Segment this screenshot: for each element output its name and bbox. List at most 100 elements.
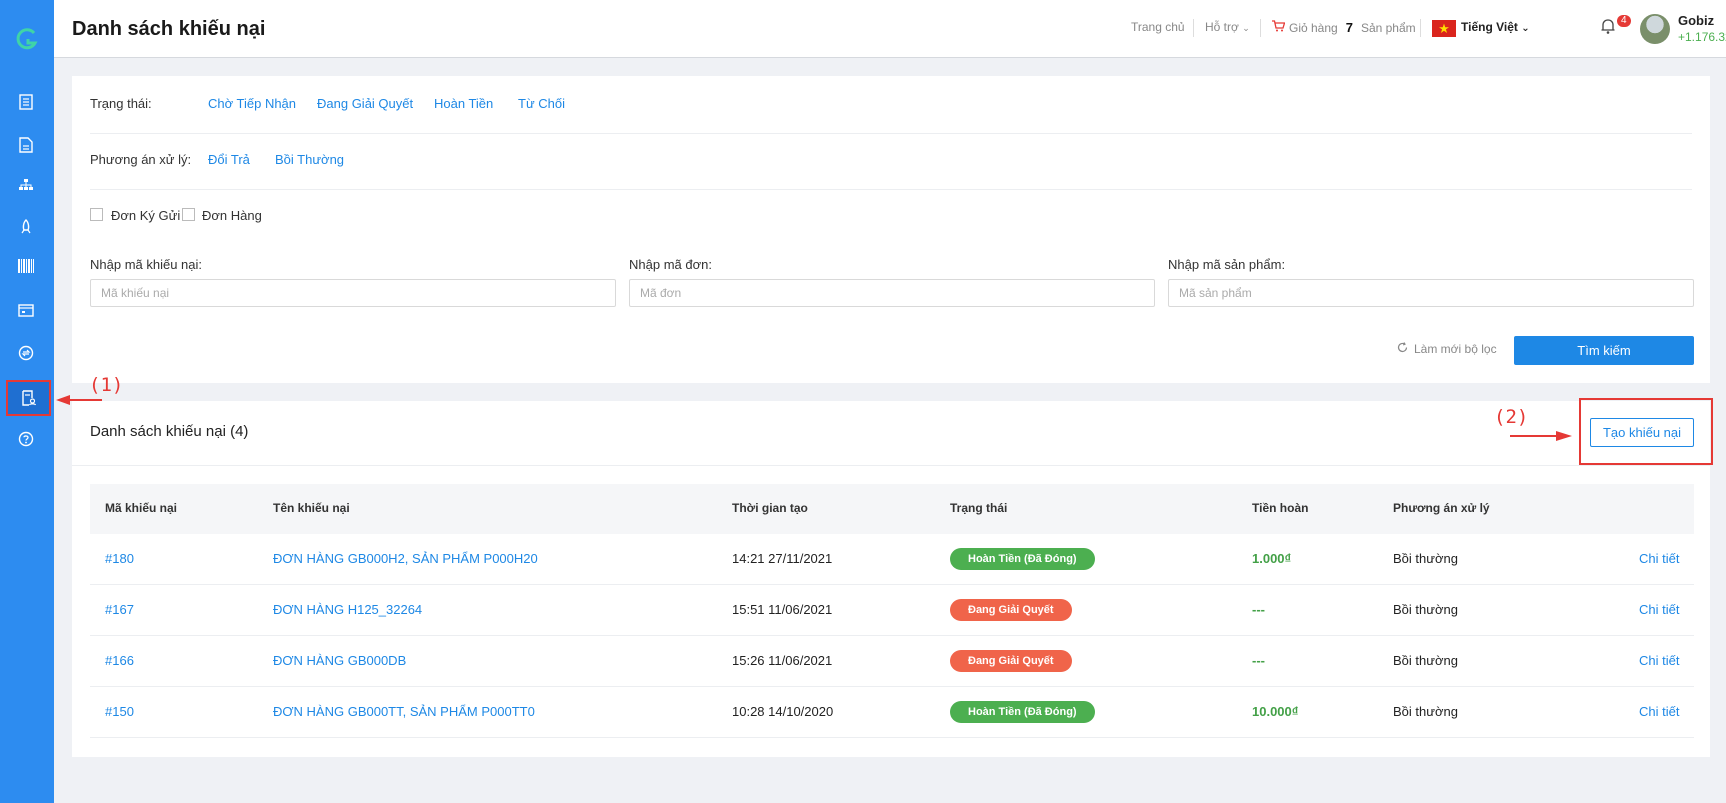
refund-amount: --- <box>1252 602 1265 617</box>
cart-icon <box>1272 20 1286 35</box>
search-button[interactable]: Tìm kiếm <box>1514 336 1694 365</box>
table-header: Mã khiếu nại Tên khiếu nại Thời gian tạo… <box>90 484 1694 534</box>
column-header: Phương án xử lý <box>1393 501 1490 515</box>
support-label: Hỗ trợ <box>1205 20 1239 34</box>
sidebar <box>0 0 54 803</box>
column-header: Trạng thái <box>950 501 1008 515</box>
cart-unit: Sản phẩm <box>1360 20 1416 35</box>
column-header: Thời gian tạo <box>732 501 808 515</box>
status-option-processing[interactable]: Đang Giải Quyết <box>317 96 413 111</box>
home-link[interactable]: Trang chủ <box>1131 20 1185 34</box>
solution-option-return[interactable]: Đổi Trả <box>208 152 250 167</box>
complaint-list-panel: Danh sách khiếu nại (4) Tạo khiếu nại Mã… <box>72 401 1710 757</box>
page-title: Danh sách khiếu nại <box>72 18 266 40</box>
complaint-name[interactable]: ĐƠN HÀNG GB000DB <box>273 653 406 668</box>
list-icon[interactable] <box>15 91 37 113</box>
complaint-code-input[interactable] <box>90 279 616 307</box>
complaint-code[interactable]: #167 <box>105 602 134 617</box>
created-time: 14:21 27/11/2021 <box>732 551 833 566</box>
refresh-icon <box>1397 342 1408 356</box>
bell-icon[interactable] <box>1601 18 1615 37</box>
language-label: Tiếng Việt <box>1461 20 1518 34</box>
table-row: #166 ĐƠN HÀNG GB000DB 15:26 11/06/2021 Đ… <box>90 636 1694 687</box>
detail-link[interactable]: Chi tiết <box>1639 653 1679 668</box>
detail-link[interactable]: Chi tiết <box>1639 551 1679 566</box>
reset-filter-button[interactable]: Làm mới bộ lọc <box>1397 342 1497 356</box>
status-option-refund[interactable]: Hoàn Tiền <box>434 96 493 111</box>
solution: Bồi thường <box>1393 653 1458 668</box>
nav-divider <box>1193 19 1194 37</box>
status-badge: Đang Giải Quyết <box>950 650 1072 672</box>
annotation-label-2: (2) <box>1494 406 1529 428</box>
calendar-icon[interactable] <box>15 299 37 321</box>
order-code-label: Nhập mã đơn: <box>629 257 712 272</box>
consign-order-checkbox[interactable] <box>90 208 103 221</box>
avatar[interactable] <box>1640 14 1670 44</box>
complaint-code-label: Nhập mã khiếu nại: <box>90 257 203 272</box>
top-header: Danh sách khiếu nại Trang chủ Hỗ trợ ⌄ G… <box>54 0 1726 58</box>
status-option-rejected[interactable]: Từ Chối <box>518 96 565 111</box>
cart-link[interactable]: Giỏ hàng 7 Sản phẩm <box>1272 20 1416 35</box>
gobiz-logo[interactable] <box>14 26 40 52</box>
order-checkbox[interactable] <box>182 208 195 221</box>
vietnam-flag-icon[interactable] <box>1432 20 1456 37</box>
status-filter-label: Trạng thái: <box>90 96 152 111</box>
status-badge: Đang Giải Quyết <box>950 599 1072 621</box>
rocket-icon[interactable] <box>15 216 37 238</box>
complaint-name[interactable]: ĐƠN HÀNG H125_32264 <box>273 602 422 617</box>
order-code-input[interactable] <box>629 279 1155 307</box>
complaint-name[interactable]: ĐƠN HÀNG GB000TT, SẢN PHẨM P000TT0 <box>273 704 535 719</box>
sitemap-icon[interactable] <box>15 174 37 196</box>
cart-label: Giỏ hàng <box>1289 20 1338 35</box>
barcode-icon[interactable] <box>15 255 37 277</box>
reset-filter-label: Làm mới bộ lọc <box>1414 342 1497 356</box>
list-title: Danh sách khiếu nại (4) <box>90 423 249 440</box>
nav-divider <box>1420 19 1421 37</box>
annotation-arrow-1 <box>56 395 102 405</box>
solution-option-compensation[interactable]: Bồi Thường <box>275 152 344 167</box>
complaint-code[interactable]: #150 <box>105 704 134 719</box>
solution-filter-label: Phương án xử lý: <box>90 152 192 167</box>
table-row: #150 ĐƠN HÀNG GB000TT, SẢN PHẨM P000TT0 … <box>90 687 1694 738</box>
complaint-code[interactable]: #180 <box>105 551 134 566</box>
solution: Bồi thường <box>1393 602 1458 617</box>
cart-count: 7 <box>1345 20 1353 35</box>
status-badge: Hoàn Tiền (Đã Đóng) <box>950 701 1095 723</box>
column-header: Tên khiếu nại <box>273 501 350 515</box>
nav-divider <box>1260 19 1261 37</box>
divider <box>90 133 1692 134</box>
detail-link[interactable]: Chi tiết <box>1639 602 1679 617</box>
created-time: 15:26 11/06/2021 <box>732 653 833 668</box>
detail-link[interactable]: Chi tiết <box>1639 704 1679 719</box>
complaint-name[interactable]: ĐƠN HÀNG GB000H2, SẢN PHẨM P000H20 <box>273 551 538 566</box>
complaint-code[interactable]: #166 <box>105 653 134 668</box>
help-icon[interactable] <box>15 428 37 450</box>
column-header: Mã khiếu nại <box>105 501 178 515</box>
divider <box>90 189 1692 190</box>
language-select[interactable]: Tiếng Việt ⌄ <box>1461 20 1530 34</box>
product-code-input[interactable] <box>1168 279 1694 307</box>
notification-badge: 4 <box>1617 15 1631 27</box>
complaint-icon[interactable] <box>6 380 51 416</box>
user-name[interactable]: Gobiz <box>1678 13 1714 28</box>
annotation-label-1: (1) <box>89 374 124 396</box>
status-badge: Hoàn Tiền (Đã Đóng) <box>950 548 1095 570</box>
document-icon[interactable] <box>15 134 37 156</box>
divider <box>72 465 1710 466</box>
status-option-pending[interactable]: Chờ Tiếp Nhận <box>208 96 296 111</box>
refund-amount: --- <box>1252 653 1265 668</box>
table-row: #167 ĐƠN HÀNG H125_32264 15:51 11/06/202… <box>90 585 1694 636</box>
exchange-icon[interactable] <box>15 342 37 364</box>
created-time: 10:28 14/10/2020 <box>732 704 834 719</box>
annotation-highlight-box <box>1579 398 1713 465</box>
user-balance: +1.176.323.747₫ <box>1678 30 1726 44</box>
consign-order-label: Đơn Ký Gửi <box>111 208 181 223</box>
column-header: Tiền hoàn <box>1252 501 1309 515</box>
chevron-down-icon: ⌄ <box>1242 23 1250 33</box>
table-row: #180 ĐƠN HÀNG GB000H2, SẢN PHẨM P000H20 … <box>90 534 1694 585</box>
filter-panel: Trạng thái: Chờ Tiếp Nhận Đang Giải Quyế… <box>72 76 1710 383</box>
created-time: 15:51 11/06/2021 <box>732 602 833 617</box>
solution: Bồi thường <box>1393 551 1458 566</box>
support-menu[interactable]: Hỗ trợ ⌄ <box>1205 20 1250 34</box>
refund-amount: 1.000₫ <box>1252 551 1292 566</box>
